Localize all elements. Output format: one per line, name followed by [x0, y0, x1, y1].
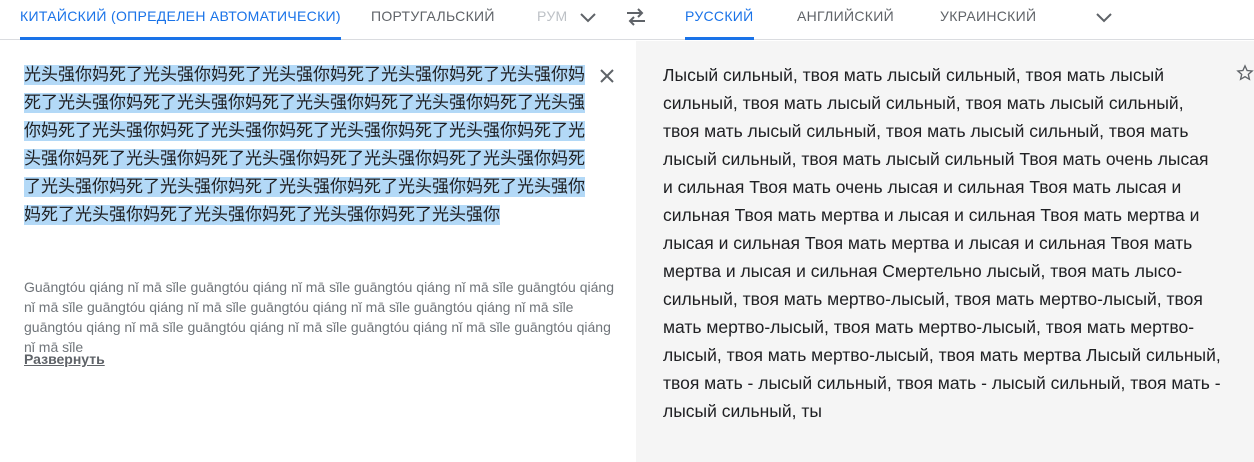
language-bar: КИТАЙСКИЙ (ОПРЕДЕЛЕН АВТОМАТИЧЕСКИ) ПОРТ… [0, 0, 1254, 40]
star-icon[interactable] [1236, 63, 1254, 83]
tab-target-ukrainian[interactable]: УКРАИНСКИЙ [940, 0, 1036, 39]
tab-target-english[interactable]: АНГЛИЙСКИЙ [797, 0, 894, 39]
tab-source-portuguese[interactable]: ПОРТУГАЛЬСКИЙ [371, 0, 495, 39]
chevron-down-icon[interactable] [1090, 6, 1118, 30]
tab-source-romanian[interactable]: РУМЫНСКИЙ [537, 0, 567, 39]
source-text-input[interactable]: 光头强你妈死了光头强你妈死了光头强你妈死了光头强你妈死了光头强你妈死了光头强你妈… [24, 61, 594, 229]
translation-panel: Лысый сильный, твоя мать лысый сильный, … [636, 41, 1254, 462]
expand-link[interactable]: Развернуть [24, 351, 105, 367]
tab-target-russian[interactable]: РУССКИЙ [685, 0, 754, 40]
chevron-down-icon[interactable] [574, 6, 602, 30]
close-icon[interactable] [594, 63, 620, 89]
transliteration-text: Guāngtóu qiáng nǐ mā sǐle guāngtóu qiáng… [24, 279, 614, 355]
source-panel: 光头强你妈死了光头强你妈死了光头强你妈死了光头强你妈死了光头强你妈死了光头强你妈… [0, 41, 636, 462]
selected-source-text: 光头强你妈死了光头强你妈死了光头强你妈死了光头强你妈死了光头强你妈死了光头强你妈… [24, 65, 585, 225]
translation-output: Лысый сильный, твоя мать лысый сильный, … [663, 65, 1221, 421]
swap-arrows-icon[interactable] [621, 4, 651, 30]
tab-source-detected[interactable]: КИТАЙСКИЙ (ОПРЕДЕЛЕН АВТОМАТИЧЕСКИ) [20, 0, 341, 40]
